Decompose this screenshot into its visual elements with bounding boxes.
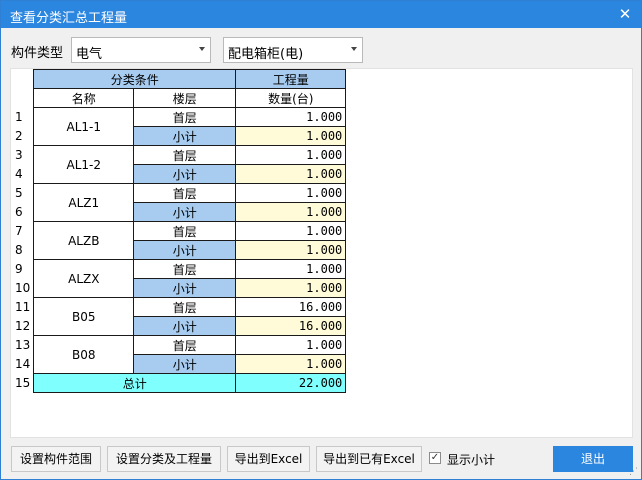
- total-quantity[interactable]: 22.000: [235, 373, 347, 393]
- total-label: 总计: [33, 373, 237, 393]
- corner-cell: [11, 69, 34, 89]
- name-cell[interactable]: ALZX: [33, 259, 135, 298]
- column-header-qty: 数量(台): [235, 88, 347, 108]
- exit-button[interactable]: 退出: [553, 446, 633, 472]
- floor-cell[interactable]: 小计: [133, 164, 237, 184]
- floor-cell[interactable]: 小计: [133, 126, 237, 146]
- component-type-select[interactable]: 电气: [71, 37, 211, 63]
- row-number: 10: [11, 278, 34, 298]
- close-icon[interactable]: ✕: [613, 3, 637, 25]
- table-row[interactable]: 1 AL1-1 首层 1.000: [11, 107, 347, 146]
- floor-cell[interactable]: 首层: [133, 221, 237, 241]
- name-cell[interactable]: AL1-1: [33, 107, 135, 146]
- resize-grip-icon[interactable]: ⋰: [629, 467, 639, 477]
- row-number: 8: [11, 240, 34, 260]
- floor-cell[interactable]: 小计: [133, 278, 237, 298]
- set-range-button[interactable]: 设置构件范围: [11, 446, 101, 472]
- table-row[interactable]: 7 ALZB 首层 1.000: [11, 221, 347, 260]
- column-header-name: 名称: [33, 88, 135, 108]
- row-number: 4: [11, 164, 34, 184]
- table-row[interactable]: 11 B05 首层 16.000: [11, 297, 347, 336]
- subtype-value: 配电箱柜(电): [228, 47, 304, 62]
- quantity-cell[interactable]: 1.000: [235, 202, 347, 222]
- export-excel-button[interactable]: 导出到Excel: [227, 446, 310, 472]
- quantity-cell[interactable]: 1.000: [235, 145, 347, 165]
- quantity-cell[interactable]: 1.000: [235, 278, 347, 298]
- subtype-select[interactable]: 配电箱柜(电): [223, 37, 363, 63]
- component-type-label: 构件类型: [11, 46, 64, 61]
- floor-cell[interactable]: 首层: [133, 107, 237, 127]
- corner-cell: [11, 88, 34, 108]
- name-cell[interactable]: B08: [33, 335, 135, 374]
- row-number: 12: [11, 316, 34, 336]
- table-row[interactable]: 3 AL1-2 首层 1.000: [11, 145, 347, 184]
- quantity-cell[interactable]: 1.000: [235, 354, 347, 374]
- column-header-floor: 楼层: [133, 88, 237, 108]
- row-number: 9: [11, 259, 34, 279]
- window-title: 查看分类汇总工程量: [10, 11, 128, 26]
- table-row[interactable]: 9 ALZX 首层 1.000: [11, 259, 347, 298]
- name-cell[interactable]: ALZB: [33, 221, 135, 260]
- summary-dialog: 查看分类汇总工程量 ✕ 构件类型 电气 配电箱柜(电) 分类条件 工程量 名称 …: [0, 0, 642, 480]
- table-row[interactable]: 5 ALZ1 首层 1.000: [11, 183, 347, 222]
- show-subtotal-label: 显示小计: [447, 453, 496, 467]
- row-number: 11: [11, 297, 34, 317]
- quantity-cell[interactable]: 16.000: [235, 297, 347, 317]
- floor-cell[interactable]: 首层: [133, 183, 237, 203]
- quantity-cell[interactable]: 1.000: [235, 221, 347, 241]
- row-number: 14: [11, 354, 34, 374]
- quantity-cell[interactable]: 1.000: [235, 126, 347, 146]
- group-header-conditions: 分类条件: [33, 69, 237, 89]
- floor-cell[interactable]: 小计: [133, 202, 237, 222]
- quantity-cell[interactable]: 1.000: [235, 164, 347, 184]
- row-number: 2: [11, 126, 34, 146]
- floor-cell[interactable]: 小计: [133, 316, 237, 336]
- chevron-down-icon: [199, 47, 205, 51]
- row-number: 1: [11, 107, 34, 127]
- floor-cell[interactable]: 首层: [133, 145, 237, 165]
- group-header-quantity: 工程量: [235, 69, 347, 89]
- row-number: 5: [11, 183, 34, 203]
- export-existing-excel-button[interactable]: 导出到已有Excel: [316, 446, 422, 472]
- show-subtotal-checkbox[interactable]: ✓: [429, 452, 441, 464]
- chevron-down-icon: [351, 47, 357, 51]
- quantity-cell[interactable]: 1.000: [235, 183, 347, 203]
- table-row[interactable]: 13 B08 首层 1.000: [11, 335, 347, 374]
- floor-cell[interactable]: 首层: [133, 297, 237, 317]
- component-type-value: 电气: [76, 47, 103, 62]
- floor-cell[interactable]: 首层: [133, 335, 237, 355]
- row-number: 6: [11, 202, 34, 222]
- quantity-cell[interactable]: 1.000: [235, 335, 347, 355]
- row-number: 7: [11, 221, 34, 241]
- floor-cell[interactable]: 首层: [133, 259, 237, 279]
- row-number: 13: [11, 335, 34, 355]
- set-category-button[interactable]: 设置分类及工程量: [107, 446, 221, 472]
- summary-grid: 分类条件 工程量 名称 楼层 数量(台) 1 AL1-1 首层 1.000 2 小计 1.0…: [10, 68, 633, 438]
- quantity-cell[interactable]: 1.000: [235, 259, 347, 279]
- quantity-cell[interactable]: 1.000: [235, 107, 347, 127]
- summary-table: 分类条件 工程量 名称 楼层 数量(台) 1 AL1-1 首层 1.000 2 小计 1.0…: [11, 69, 347, 393]
- row-number: 15: [11, 373, 34, 393]
- quantity-cell[interactable]: 16.000: [235, 316, 347, 336]
- name-cell[interactable]: ALZ1: [33, 183, 135, 222]
- floor-cell[interactable]: 小计: [133, 240, 237, 260]
- name-cell[interactable]: AL1-2: [33, 145, 135, 184]
- row-number: 3: [11, 145, 34, 165]
- quantity-cell[interactable]: 1.000: [235, 240, 347, 260]
- floor-cell[interactable]: 小计: [133, 354, 237, 374]
- name-cell[interactable]: B05: [33, 297, 135, 336]
- title-bar[interactable]: 查看分类汇总工程量 ✕: [1, 1, 641, 28]
- total-row[interactable]: 15 总计 22.000: [11, 373, 347, 393]
